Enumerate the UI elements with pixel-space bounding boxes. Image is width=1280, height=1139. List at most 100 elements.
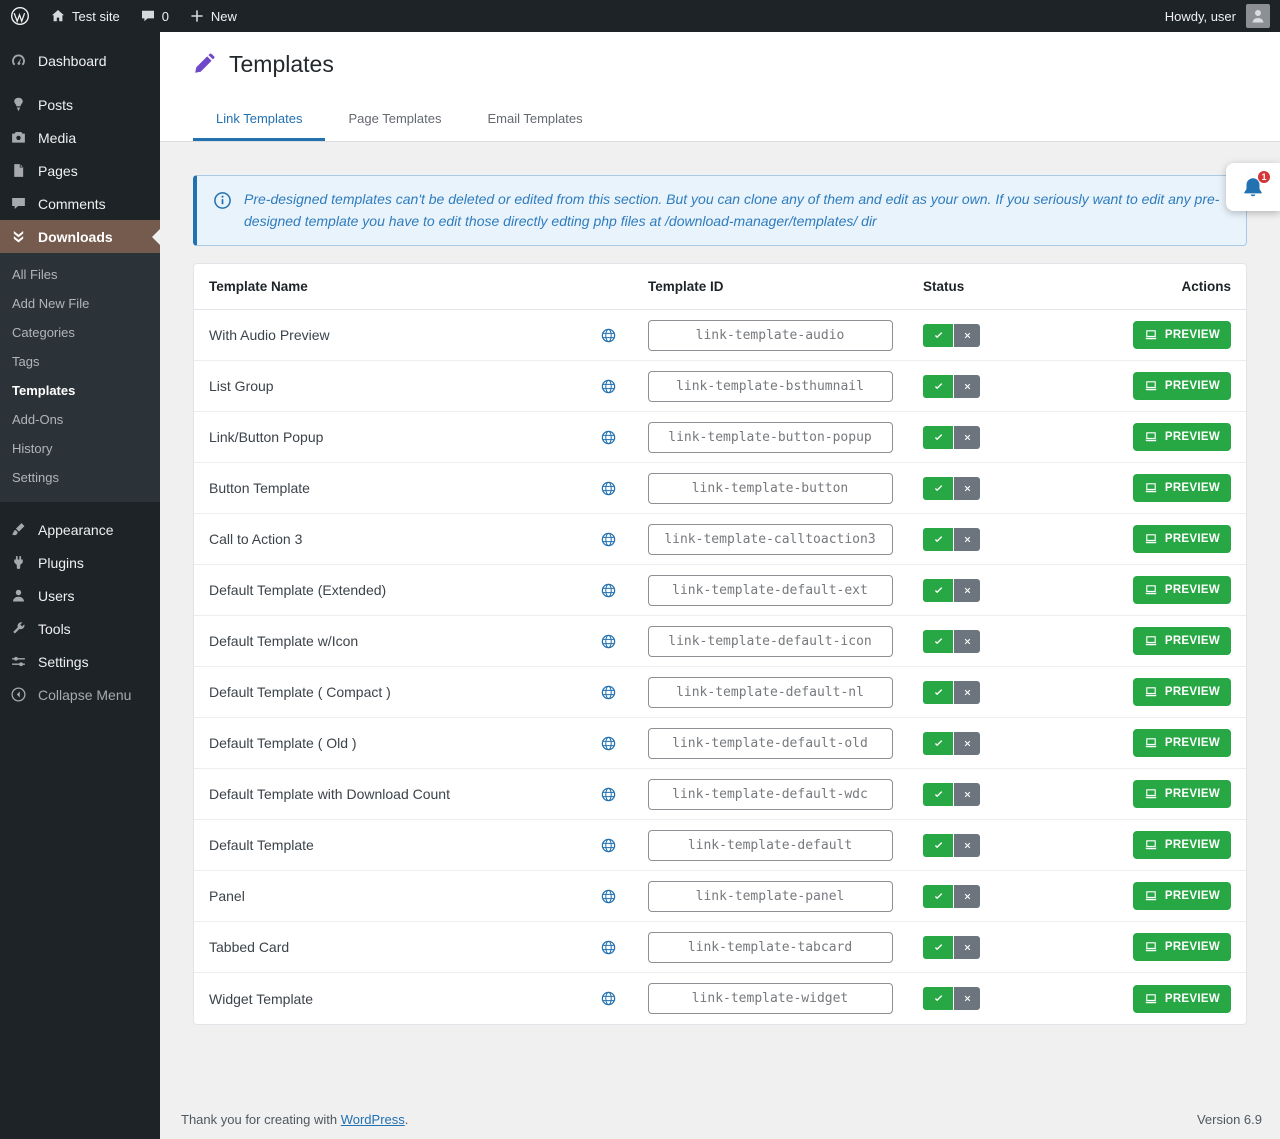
preview-button[interactable]: PREVIEW xyxy=(1133,882,1231,910)
sidebar-item-appearance[interactable]: Appearance xyxy=(0,513,160,546)
template-id-input[interactable] xyxy=(648,473,893,504)
status-active-button[interactable] xyxy=(923,783,953,806)
submenu-item-history[interactable]: History xyxy=(0,434,160,463)
preview-button[interactable]: PREVIEW xyxy=(1133,627,1231,655)
sidebar-item-label: Media xyxy=(38,130,76,146)
preview-button[interactable]: PREVIEW xyxy=(1133,933,1231,961)
submenu-item-add-new-file[interactable]: Add New File xyxy=(0,289,160,318)
status-active-button[interactable] xyxy=(923,885,953,908)
status-inactive-button[interactable] xyxy=(954,477,980,500)
status-active-button[interactable] xyxy=(923,324,953,347)
status-active-button[interactable] xyxy=(923,375,953,398)
sidebar-item-label: Settings xyxy=(38,654,89,670)
preview-button[interactable]: PREVIEW xyxy=(1133,525,1231,553)
sidebar-item-collapse-menu[interactable]: Collapse Menu xyxy=(0,678,160,711)
check-icon xyxy=(933,891,944,902)
comments-indicator[interactable]: 0 xyxy=(130,0,179,32)
check-icon xyxy=(933,483,944,494)
template-id-input[interactable] xyxy=(648,779,893,810)
howdy-account-menu[interactable]: Howdy, user xyxy=(1155,0,1280,32)
template-id-input[interactable] xyxy=(648,575,893,606)
sidebar-item-posts[interactable]: Posts xyxy=(0,88,160,121)
template-id-input[interactable] xyxy=(648,830,893,861)
status-inactive-button[interactable] xyxy=(954,783,980,806)
plugins-icon xyxy=(8,554,28,571)
check-icon xyxy=(933,687,944,698)
status-inactive-button[interactable] xyxy=(954,579,980,602)
sidebar-item-label: Downloads xyxy=(38,229,113,245)
status-inactive-button[interactable] xyxy=(954,936,980,959)
preview-button[interactable]: PREVIEW xyxy=(1133,372,1231,400)
preview-button[interactable]: PREVIEW xyxy=(1133,678,1231,706)
template-id-input[interactable] xyxy=(648,932,893,963)
status-active-button[interactable] xyxy=(923,426,953,449)
admin-bar: Test site 0 New Howdy, user xyxy=(0,0,1280,32)
status-inactive-button[interactable] xyxy=(954,732,980,755)
status-cell xyxy=(909,936,1109,959)
preview-button[interactable]: PREVIEW xyxy=(1133,780,1231,808)
template-id-input[interactable] xyxy=(648,626,893,657)
status-inactive-button[interactable] xyxy=(954,834,980,857)
sidebar-item-comments[interactable]: Comments xyxy=(0,187,160,220)
template-id-input[interactable] xyxy=(648,881,893,912)
footer-period: . xyxy=(405,1112,409,1127)
status-inactive-button[interactable] xyxy=(954,324,980,347)
status-active-button[interactable] xyxy=(923,477,953,500)
footer-thanks-text: Thank you for creating with xyxy=(181,1112,341,1127)
sidebar-item-settings[interactable]: Settings xyxy=(0,645,160,678)
submenu-item-templates[interactable]: Templates xyxy=(0,376,160,405)
status-inactive-button[interactable] xyxy=(954,375,980,398)
status-active-button[interactable] xyxy=(923,732,953,755)
status-inactive-button[interactable] xyxy=(954,528,980,551)
status-active-button[interactable] xyxy=(923,681,953,704)
sidebar-item-dashboard[interactable]: Dashboard xyxy=(0,44,160,77)
preview-button[interactable]: PREVIEW xyxy=(1133,985,1231,1013)
sidebar-item-pages[interactable]: Pages xyxy=(0,154,160,187)
sidebar-item-downloads[interactable]: Downloads xyxy=(0,220,160,253)
status-active-button[interactable] xyxy=(923,987,953,1010)
template-id-input[interactable] xyxy=(648,371,893,402)
wordpress-logo[interactable] xyxy=(0,0,40,32)
status-inactive-button[interactable] xyxy=(954,681,980,704)
status-active-button[interactable] xyxy=(923,834,953,857)
sidebar-item-media[interactable]: Media xyxy=(0,121,160,154)
status-inactive-button[interactable] xyxy=(954,987,980,1010)
tab-link-templates[interactable]: Link Templates xyxy=(193,96,325,141)
tab-page-templates[interactable]: Page Templates xyxy=(325,96,464,141)
sidebar-item-tools[interactable]: Tools xyxy=(0,612,160,645)
submenu-item-add-ons[interactable]: Add-Ons xyxy=(0,405,160,434)
sidebar-item-users[interactable]: Users xyxy=(0,579,160,612)
tab-email-templates[interactable]: Email Templates xyxy=(464,96,605,141)
notification-bell-widget[interactable]: 1 xyxy=(1226,163,1280,211)
status-inactive-button[interactable] xyxy=(954,885,980,908)
template-id-input[interactable] xyxy=(648,320,893,351)
template-id-input[interactable] xyxy=(648,677,893,708)
submenu-item-categories[interactable]: Categories xyxy=(0,318,160,347)
status-active-button[interactable] xyxy=(923,936,953,959)
site-name-link[interactable]: Test site xyxy=(40,0,130,32)
sidebar-item-plugins[interactable]: Plugins xyxy=(0,546,160,579)
preview-button[interactable]: PREVIEW xyxy=(1133,576,1231,604)
status-active-button[interactable] xyxy=(923,528,953,551)
template-id-input[interactable] xyxy=(648,728,893,759)
template-name: Default Template w/Icon xyxy=(209,633,358,649)
submenu-item-tags[interactable]: Tags xyxy=(0,347,160,376)
status-cell xyxy=(909,375,1109,398)
wordpress-link[interactable]: WordPress xyxy=(341,1112,405,1127)
status-active-button[interactable] xyxy=(923,579,953,602)
status-inactive-button[interactable] xyxy=(954,426,980,449)
preview-button[interactable]: PREVIEW xyxy=(1133,321,1231,349)
submenu-item-all-files[interactable]: All Files xyxy=(0,260,160,289)
status-active-button[interactable] xyxy=(923,630,953,653)
status-inactive-button[interactable] xyxy=(954,630,980,653)
submenu-item-settings[interactable]: Settings xyxy=(0,463,160,492)
template-id-input[interactable] xyxy=(648,524,893,555)
preview-button[interactable]: PREVIEW xyxy=(1133,423,1231,451)
new-content-button[interactable]: New xyxy=(179,0,247,32)
template-id-input[interactable] xyxy=(648,422,893,453)
preview-button[interactable]: PREVIEW xyxy=(1133,729,1231,757)
preview-button[interactable]: PREVIEW xyxy=(1133,831,1231,859)
actions-cell: PREVIEW xyxy=(1109,321,1246,349)
preview-button[interactable]: PREVIEW xyxy=(1133,474,1231,502)
template-id-input[interactable] xyxy=(648,983,893,1014)
